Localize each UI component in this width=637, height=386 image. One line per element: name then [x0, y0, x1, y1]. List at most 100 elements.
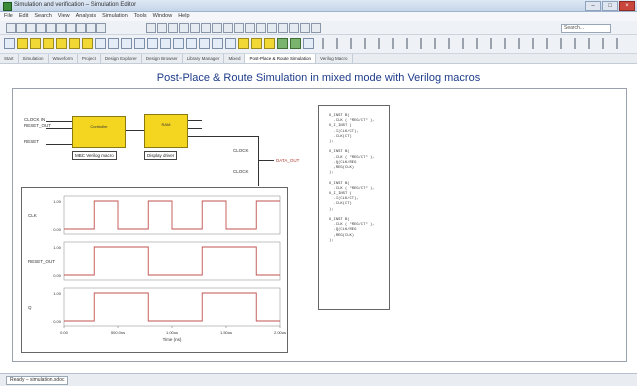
component-button[interactable]: [186, 38, 197, 49]
component-button[interactable]: [30, 38, 41, 49]
search-input[interactable]: Search...: [561, 24, 611, 33]
waveform-svg: 1.00 0.00 CLK 1.00 0.00 RESET_OUT 1.00 0.00 Q 0.0…: [28, 195, 286, 342]
wire: [46, 144, 72, 145]
y-tick-label: 0.00: [53, 319, 62, 324]
toolbar-button[interactable]: [300, 23, 310, 33]
wire: [258, 136, 259, 186]
toolbar-button[interactable]: [86, 23, 96, 33]
menu-file[interactable]: File: [4, 12, 13, 21]
caption-display-driver: Display driver: [144, 151, 178, 160]
menu-simulation[interactable]: Simulation: [102, 12, 128, 21]
menu-window[interactable]: Window: [153, 12, 173, 21]
toolbar-button[interactable]: [16, 23, 26, 33]
tab-waveform[interactable]: Waveform: [49, 54, 78, 63]
component-button[interactable]: [108, 38, 119, 49]
series-name: CLK: [28, 213, 37, 218]
title-bar: Simulation and verification – Simulation…: [0, 0, 637, 12]
toolbar-button[interactable]: [36, 23, 46, 33]
component-button[interactable]: [212, 38, 223, 49]
tab-verilog-macro[interactable]: Verilog Macro: [316, 54, 353, 63]
component-button[interactable]: [56, 38, 67, 49]
wire: [188, 128, 202, 129]
toolbar-button[interactable]: [76, 23, 86, 33]
toolbar-button[interactable]: [56, 23, 66, 33]
component-button[interactable]: [277, 38, 288, 49]
minimize-button[interactable]: –: [585, 1, 601, 11]
toolbar-button[interactable]: [96, 23, 106, 33]
toolbar-button[interactable]: [311, 23, 321, 33]
toolbar-separator: [546, 38, 548, 49]
toolbar-separator: [560, 38, 562, 49]
close-button[interactable]: ×: [619, 1, 635, 11]
component-button[interactable]: [199, 38, 210, 49]
component-button[interactable]: [290, 38, 301, 49]
toolbar-button[interactable]: [168, 23, 178, 33]
x-tick-label: 1.50us: [220, 330, 232, 335]
output-label: DATA_OUT: [276, 158, 300, 163]
tab-library-manager[interactable]: Library Manager: [183, 54, 225, 63]
tab-simulation[interactable]: Simulation: [19, 54, 49, 63]
toolbar-button[interactable]: [157, 23, 167, 33]
plot-area: [63, 241, 281, 281]
toolbar-separator: [336, 38, 338, 49]
toolbar-button[interactable]: [66, 23, 76, 33]
component-button[interactable]: [134, 38, 145, 49]
pin-label: CLOCK: [233, 169, 249, 174]
tab-post-place-route[interactable]: Post-Place & Route Simulation: [245, 54, 316, 63]
menu-search[interactable]: Search: [34, 12, 51, 21]
toolbar-button[interactable]: [267, 23, 277, 33]
controller-block[interactable]: Controller: [72, 116, 126, 148]
component-button[interactable]: [225, 38, 236, 49]
component-button[interactable]: [4, 38, 15, 49]
toolbar-separator: [518, 38, 520, 49]
menu-help[interactable]: Help: [178, 12, 189, 21]
component-button[interactable]: [43, 38, 54, 49]
toolbar-button[interactable]: [201, 23, 211, 33]
toolbar-button[interactable]: [190, 23, 200, 33]
component-button[interactable]: [82, 38, 93, 49]
tab-project[interactable]: Project: [78, 54, 101, 63]
app-icon: [3, 2, 12, 11]
toolbar-separator: [392, 38, 394, 49]
component-button[interactable]: [303, 38, 314, 49]
tab-design-explorer[interactable]: Design Explorer: [101, 54, 142, 63]
component-button[interactable]: [69, 38, 80, 49]
menu-edit[interactable]: Edit: [19, 12, 28, 21]
toolbar-button[interactable]: [278, 23, 288, 33]
component-button[interactable]: [264, 38, 275, 49]
toolbar-button[interactable]: [212, 23, 222, 33]
toolbar-separator: [364, 38, 366, 49]
toolbar-button[interactable]: [223, 23, 233, 33]
tab-design-browser[interactable]: Design Browser: [142, 54, 183, 63]
component-button[interactable]: [160, 38, 171, 49]
component-button[interactable]: [147, 38, 158, 49]
verilog-code-panel[interactable]: U_INST B( .CLK ( "REG/CT" ), U_I_INST ( .…: [318, 105, 390, 310]
toolbar-separator: [504, 38, 506, 49]
pin-label: CLOCK: [233, 148, 249, 153]
toolbar-button[interactable]: [245, 23, 255, 33]
maximize-button[interactable]: □: [602, 1, 618, 11]
component-button[interactable]: [95, 38, 106, 49]
toolbar-button[interactable]: [256, 23, 266, 33]
page-title: Post-Place & Route Simulation in mixed m…: [156, 72, 481, 84]
toolbar-button[interactable]: [179, 23, 189, 33]
toolbar-button[interactable]: [6, 23, 16, 33]
component-button[interactable]: [238, 38, 249, 49]
menu-tools[interactable]: Tools: [134, 12, 147, 21]
toolbar-button[interactable]: [146, 23, 156, 33]
tab-start[interactable]: Start: [0, 54, 19, 63]
component-button[interactable]: [121, 38, 132, 49]
component-button[interactable]: [17, 38, 28, 49]
input-label-clock: CLOCK IN: [24, 117, 46, 122]
component-button[interactable]: [251, 38, 262, 49]
menu-view[interactable]: View: [58, 12, 70, 21]
ram-block[interactable]: RAM: [144, 114, 188, 148]
toolbar-button[interactable]: [234, 23, 244, 33]
tab-mixed[interactable]: Mixed: [224, 54, 246, 63]
toolbar-button[interactable]: [26, 23, 36, 33]
toolbar-button[interactable]: [46, 23, 56, 33]
menu-analysis[interactable]: Analysis: [76, 12, 96, 21]
toolbar-button[interactable]: [289, 23, 299, 33]
component-button[interactable]: [173, 38, 184, 49]
waveform-chart[interactable]: 1.00 0.00 CLK 1.00 0.00 RESET_OUT 1.00 0.00 Q 0.0…: [21, 187, 288, 353]
